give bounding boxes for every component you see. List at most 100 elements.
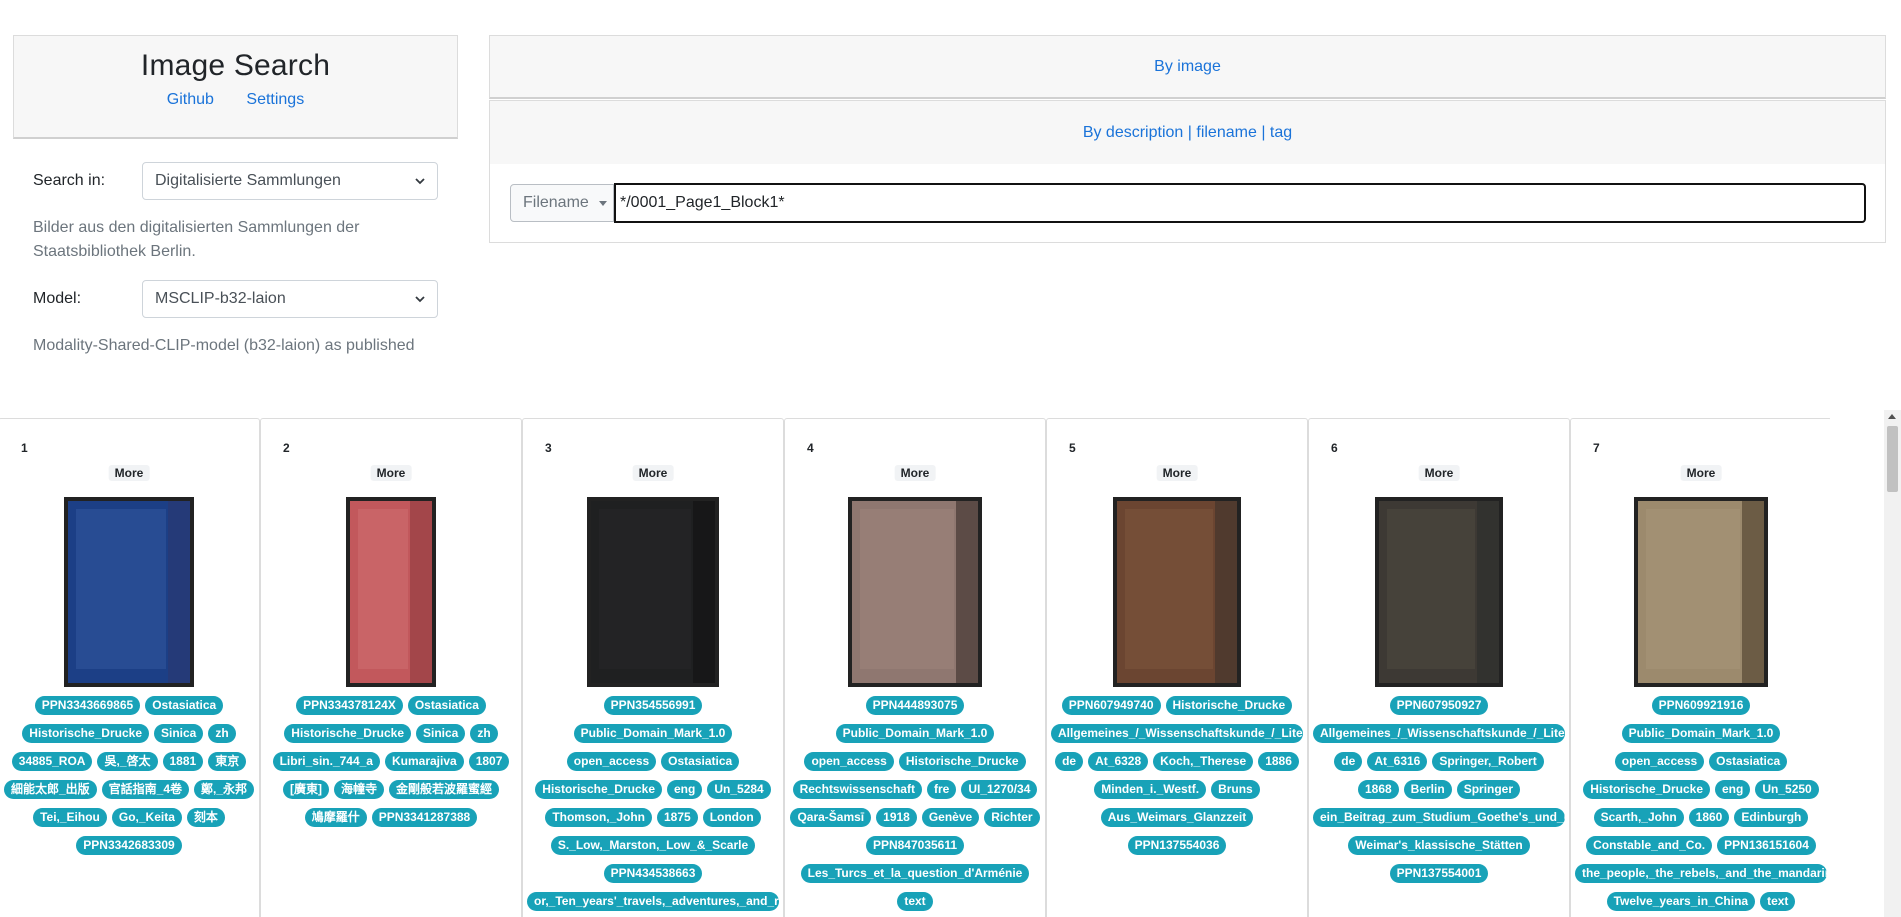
tag-badge[interactable]: PPN354556991 bbox=[603, 696, 703, 715]
tag-badge[interactable]: ein_Beitrag_zum_Studium_Goethe's_und_und bbox=[1313, 808, 1565, 827]
scrollbar[interactable] bbox=[1884, 410, 1901, 917]
tag-badge[interactable]: 1868 bbox=[1357, 780, 1399, 799]
result-card[interactable]: 3 More PPN354556991 Public_Domain_Mark_1.0 o… bbox=[522, 418, 784, 917]
tag-badge[interactable]: open_access bbox=[566, 752, 657, 771]
tag-badge[interactable]: 1807 bbox=[468, 752, 510, 771]
tag-badge[interactable]: Springer,_Robert bbox=[1432, 752, 1544, 771]
tag-badge[interactable]: At_6316 bbox=[1367, 752, 1428, 771]
tag-badge[interactable]: PPN334378124X bbox=[296, 696, 403, 715]
tag-badge[interactable]: Un_5284 bbox=[707, 780, 771, 799]
tag-badge[interactable]: open_access bbox=[1614, 752, 1705, 771]
tag-badge[interactable]: PPN847035611 bbox=[865, 836, 965, 855]
tag-badge[interactable]: Springer bbox=[1456, 780, 1521, 799]
by-tag-link[interactable]: tag bbox=[1270, 124, 1292, 141]
model-select[interactable]: MSCLIP-b32-laion bbox=[142, 280, 438, 318]
tag-badge[interactable]: PPN434538663 bbox=[603, 864, 703, 883]
tag-badge[interactable]: Les_Turcs_et_la_question_d'Arménie bbox=[800, 864, 1030, 883]
tag-badge[interactable]: Tei,_Eihou bbox=[33, 808, 107, 827]
tag-badge[interactable]: Go,_Keita bbox=[111, 808, 182, 827]
more-button[interactable]: More bbox=[1418, 465, 1460, 481]
result-card[interactable]: 1 More PPN3343669865 Ostasiatica Historische… bbox=[0, 418, 260, 917]
tag-badge[interactable]: text bbox=[897, 892, 933, 911]
tag-badge[interactable]: 34885_ROA bbox=[11, 752, 93, 771]
tag-badge[interactable]: 官話指南_4卷 bbox=[101, 780, 190, 799]
tag-badge[interactable]: Ostasiatica bbox=[145, 696, 224, 715]
tag-badge[interactable]: de bbox=[1055, 752, 1084, 771]
tag-badge[interactable]: Historische_Drucke bbox=[898, 752, 1026, 771]
tag-badge[interactable]: PPN3343669865 bbox=[34, 696, 141, 715]
tag-badge[interactable]: Twelve_years_in_China bbox=[1606, 892, 1756, 911]
more-button[interactable]: More bbox=[1156, 465, 1198, 481]
result-card[interactable]: 5 More PPN607949740 Historische_Drucke Allge… bbox=[1046, 418, 1308, 917]
tag-badge[interactable]: S._Low,_Marston,_Low_&_Scarle bbox=[550, 836, 756, 855]
tag-badge[interactable]: Constable_and_Co. bbox=[1586, 836, 1713, 855]
tag-badge[interactable]: 金剛般若波羅蜜經 bbox=[389, 780, 500, 799]
github-link[interactable]: Github bbox=[167, 91, 214, 108]
tag-badge[interactable]: Bruns bbox=[1211, 780, 1260, 799]
book-cover-thumbnail[interactable] bbox=[346, 497, 436, 687]
tag-badge[interactable]: London bbox=[702, 808, 761, 827]
result-card[interactable]: 6 More PPN607950927 Allgemeines_/_Wissensch… bbox=[1308, 418, 1570, 917]
tag-badge[interactable]: 東京 bbox=[208, 752, 247, 771]
tag-badge[interactable]: PPN136151604 bbox=[1717, 836, 1816, 855]
search-in-select[interactable]: Digitalisierte Sammlungen bbox=[142, 162, 438, 200]
tag-badge[interactable]: Thomson,_John bbox=[545, 808, 652, 827]
tag-badge[interactable]: 吳,_啓太 bbox=[97, 752, 158, 771]
tag-badge[interactable]: Rechtswissenschaft bbox=[792, 780, 922, 799]
tag-badge[interactable]: Historische_Drucke bbox=[22, 724, 149, 743]
tag-badge[interactable]: At_6328 bbox=[1088, 752, 1149, 771]
tag-badge[interactable]: Koch,_Therese bbox=[1153, 752, 1254, 771]
tag-badge[interactable]: PPN607950927 bbox=[1389, 696, 1489, 715]
tag-badge[interactable]: Richter bbox=[984, 808, 1040, 827]
tag-badge[interactable]: Kumarajiva bbox=[384, 752, 464, 771]
tag-badge[interactable]: Allgemeines_/_Wissenschaftskunde_/_Liter… bbox=[1313, 724, 1565, 743]
tag-badge[interactable]: PPN137554036 bbox=[1127, 836, 1227, 855]
result-card[interactable]: 7 More PPN609921916 Public_Domain_Mark_1.0 o… bbox=[1570, 418, 1830, 917]
by-description-link[interactable]: By description bbox=[1083, 124, 1184, 141]
book-cover-thumbnail[interactable] bbox=[1113, 497, 1241, 687]
tag-badge[interactable]: 1875 bbox=[656, 808, 698, 827]
tag-badge[interactable]: 海幢寺 bbox=[333, 780, 384, 799]
search-mode-dropdown[interactable]: Filename bbox=[510, 184, 614, 222]
book-cover-thumbnail[interactable] bbox=[64, 497, 194, 687]
result-card[interactable]: 2 More PPN334378124X Ostasiatica Historische… bbox=[260, 418, 522, 917]
tag-badge[interactable]: open_access bbox=[804, 752, 894, 771]
tag-badge[interactable]: Berlin bbox=[1403, 780, 1452, 799]
tag-badge[interactable]: de bbox=[1334, 752, 1363, 771]
tag-badge[interactable]: Ostasiatica bbox=[1709, 752, 1788, 771]
tag-badge[interactable]: PPN3341287388 bbox=[371, 808, 478, 827]
more-button[interactable]: More bbox=[632, 465, 674, 481]
tag-badge[interactable]: Un_5250 bbox=[1755, 780, 1819, 799]
more-button[interactable]: More bbox=[370, 465, 412, 481]
search-input[interactable] bbox=[614, 183, 1866, 223]
more-button[interactable]: More bbox=[894, 465, 936, 481]
tag-badge[interactable]: Genève bbox=[921, 808, 980, 827]
tag-badge[interactable]: eng bbox=[1715, 780, 1751, 799]
tag-badge[interactable]: Sinica bbox=[154, 724, 204, 743]
tag-badge[interactable]: Historische_Drucke bbox=[1165, 696, 1293, 715]
tag-badge[interactable]: text bbox=[1760, 892, 1796, 911]
scroll-up-icon[interactable] bbox=[1888, 414, 1896, 419]
tag-badge[interactable]: fre bbox=[926, 780, 957, 799]
tag-badge[interactable]: 1918 bbox=[876, 808, 917, 827]
tag-badge[interactable]: or,_Ten_years'_travels,_adventures,_and_… bbox=[527, 892, 779, 911]
tag-badge[interactable]: eng bbox=[667, 780, 703, 799]
tag-badge[interactable]: 1860 bbox=[1688, 808, 1730, 827]
tab-by-image[interactable]: By image bbox=[489, 35, 1886, 99]
book-cover-thumbnail[interactable] bbox=[1634, 497, 1768, 687]
tag-badge[interactable]: the_people,_the_rebels,_and_the_mandarin… bbox=[1575, 864, 1827, 883]
more-button[interactable]: More bbox=[1680, 465, 1722, 481]
settings-link[interactable]: Settings bbox=[246, 91, 304, 108]
by-image-link[interactable]: By image bbox=[1154, 58, 1221, 75]
tag-badge[interactable]: zh bbox=[470, 724, 498, 743]
tag-badge[interactable]: Minden_i._Westf. bbox=[1094, 780, 1207, 799]
tag-badge[interactable]: Sinica bbox=[416, 724, 466, 743]
tag-badge[interactable]: Public_Domain_Mark_1.0 bbox=[835, 724, 995, 743]
tag-badge[interactable]: Ostasiatica bbox=[661, 752, 740, 771]
tag-badge[interactable]: Historische_Drucke bbox=[1583, 780, 1710, 799]
tag-badge[interactable]: Edinburgh bbox=[1734, 808, 1809, 827]
tag-badge[interactable]: Libri_sin._744_a bbox=[272, 752, 380, 771]
tag-badge[interactable]: PPN137554001 bbox=[1389, 864, 1489, 883]
tag-badge[interactable]: zh bbox=[208, 724, 236, 743]
tag-badge[interactable]: UI_1270/34 bbox=[961, 780, 1038, 799]
